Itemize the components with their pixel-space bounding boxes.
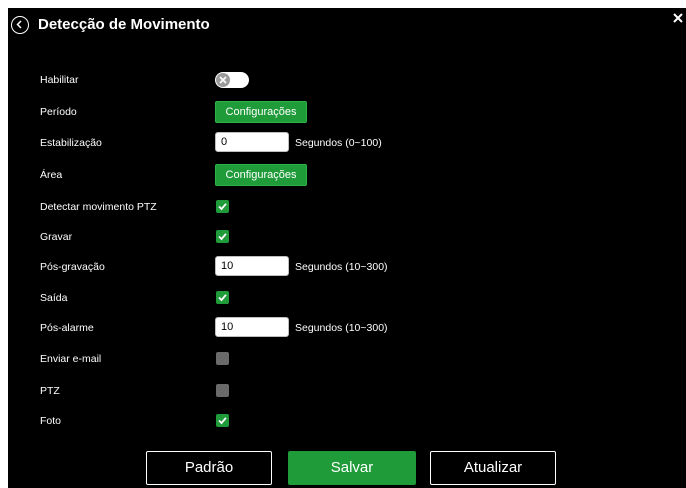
close-button[interactable] xyxy=(672,11,684,23)
post-record-hint: Segundos (10~300) xyxy=(295,261,388,273)
check-icon xyxy=(218,417,227,425)
record-row: Gravar xyxy=(8,225,686,249)
period-row: Período Configurações xyxy=(8,100,686,124)
period-label: Período xyxy=(40,106,77,118)
save-button[interactable]: Salvar xyxy=(288,451,416,485)
check-icon xyxy=(218,203,227,211)
post-record-row: Pós-gravação Segundos (10~300) xyxy=(8,255,686,279)
ptz-detect-checkbox[interactable] xyxy=(216,200,229,213)
default-button[interactable]: Padrão xyxy=(146,451,272,485)
output-row: Saída xyxy=(8,286,686,310)
post-record-input[interactable] xyxy=(215,256,289,276)
enable-row: Habilitar xyxy=(8,68,686,92)
ptz-row: PTZ xyxy=(8,379,686,403)
ptz-detect-label: Detectar movimento PTZ xyxy=(40,201,157,213)
photo-checkbox[interactable] xyxy=(216,414,229,427)
send-email-row: Enviar e-mail xyxy=(8,347,686,371)
chevron-left-icon xyxy=(16,20,22,29)
stabilization-row: Estabilização Segundos (0~100) xyxy=(8,131,686,155)
send-email-checkbox[interactable] xyxy=(216,352,229,365)
post-alarm-input[interactable] xyxy=(215,317,289,337)
area-config-button[interactable]: Configurações xyxy=(215,164,307,186)
post-record-label: Pós-gravação xyxy=(40,261,105,273)
check-icon xyxy=(218,233,227,241)
stabilization-label: Estabilização xyxy=(40,137,102,149)
ptz-detect-row: Detectar movimento PTZ xyxy=(8,195,686,219)
ptz-label: PTZ xyxy=(40,385,60,397)
area-row: Área Configurações xyxy=(8,163,686,187)
ptz-checkbox[interactable] xyxy=(216,384,229,397)
check-icon xyxy=(218,294,227,302)
send-email-label: Enviar e-mail xyxy=(40,353,102,365)
page-title: Detecção de Movimento xyxy=(38,16,210,33)
motion-detection-dialog: Detecção de Movimento Habilitar Período … xyxy=(8,8,686,488)
period-config-button[interactable]: Configurações xyxy=(215,101,307,123)
toggle-knob xyxy=(216,73,230,87)
photo-row: Foto xyxy=(8,409,686,433)
output-label: Saída xyxy=(40,292,68,304)
record-checkbox[interactable] xyxy=(216,230,229,243)
post-alarm-row: Pós-alarme Segundos (10~300) xyxy=(8,316,686,340)
stabilization-input[interactable] xyxy=(215,132,289,152)
post-alarm-label: Pós-alarme xyxy=(40,322,94,334)
back-button[interactable] xyxy=(11,16,29,34)
record-label: Gravar xyxy=(40,231,73,243)
output-checkbox[interactable] xyxy=(216,291,229,304)
close-icon xyxy=(219,76,227,84)
enable-label: Habilitar xyxy=(40,74,79,86)
area-label: Área xyxy=(40,169,63,181)
enable-toggle[interactable] xyxy=(215,72,249,88)
photo-label: Foto xyxy=(40,415,62,427)
stabilization-hint: Segundos (0~100) xyxy=(295,137,382,149)
close-icon xyxy=(673,13,683,23)
refresh-button[interactable]: Atualizar xyxy=(430,451,556,485)
post-alarm-hint: Segundos (10~300) xyxy=(295,322,388,334)
